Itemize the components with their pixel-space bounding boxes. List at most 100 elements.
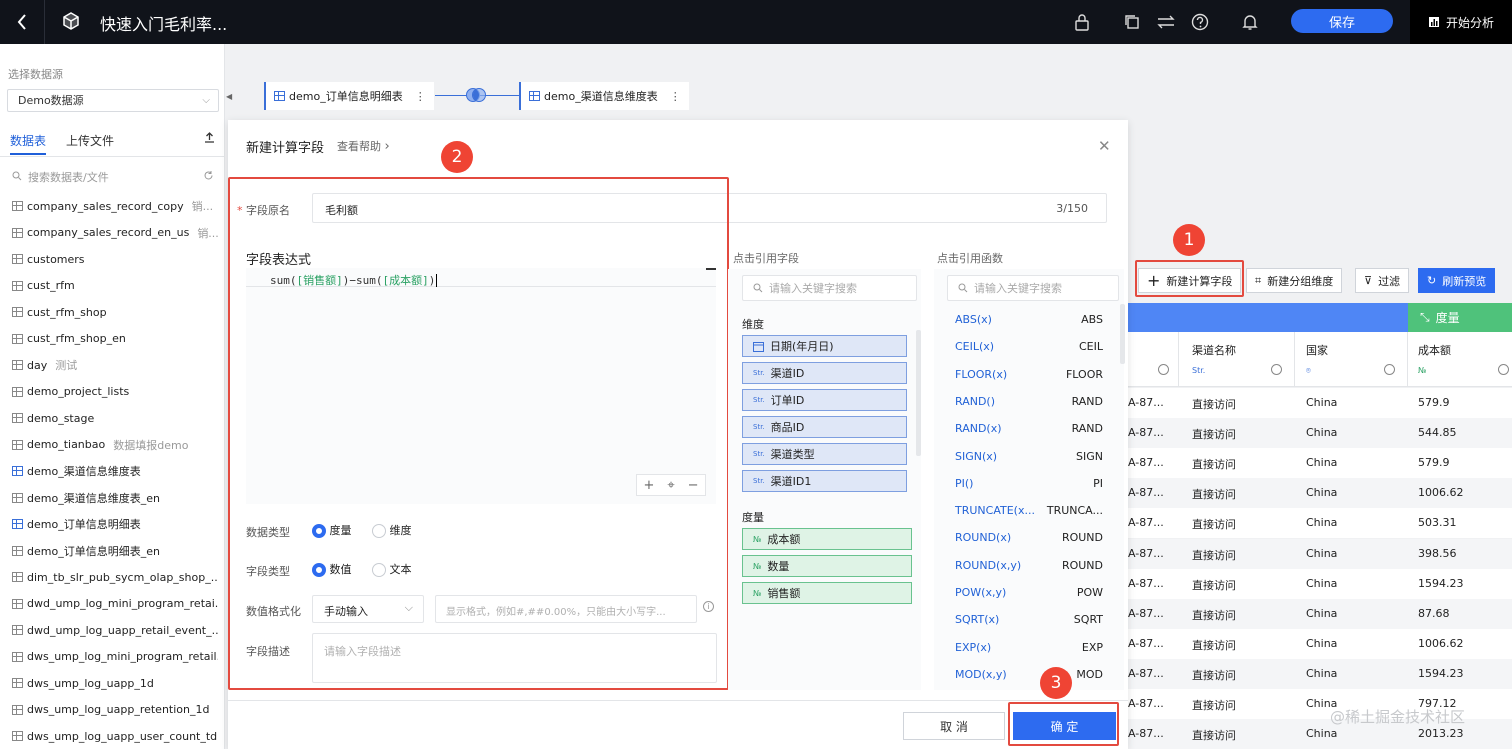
number-type-icon: № [753,588,762,598]
function-item[interactable]: ROUND(x,y) ROUND [955,559,1103,579]
function-item[interactable]: MOD(x,y) MOD [955,668,1103,688]
sidebar-table-item[interactable]: demo_渠道信息维度表 [12,461,218,481]
cell-channel: 直接访问 [1192,458,1236,472]
table-search-input[interactable]: 搜索数据表/文件 [8,166,218,184]
refresh-preview-button[interactable]: ↻ 刷新预览 [1418,268,1496,293]
table-row: A-87... 直接访问 China 1006.62 [1128,478,1512,509]
gear-icon[interactable] [1158,364,1169,375]
table-node-orders[interactable]: demo_订单信息明细表 ⋮ [264,82,434,110]
function-item[interactable]: SIGN(x) SIGN [955,450,1103,470]
sidebar-table-item[interactable]: dws_ump_log_mini_program_retail... [12,647,218,667]
function-item[interactable]: EXP(x) EXP [955,641,1103,661]
cell-channel: 直接访问 [1192,518,1236,532]
collapse-arrow-icon[interactable]: ◀ [226,92,234,104]
dimension-field[interactable]: Str. 商品ID [742,416,907,438]
sidebar-table-item[interactable]: demo_渠道信息维度表_en [12,488,218,508]
sidebar-table-item[interactable]: cust_rfm [12,276,218,296]
cancel-button[interactable]: 取 消 [903,712,1005,740]
sidebar-table-item[interactable]: cust_rfm_shop [12,302,218,322]
table-icon [12,280,23,291]
join-icon[interactable] [464,87,488,103]
function-item[interactable]: FLOOR(x) FLOOR [955,368,1103,388]
new-group-dim-button[interactable]: ⌗ 新建分组维度 [1246,268,1343,293]
dimension-field[interactable]: Str. 渠道ID1 [742,470,907,492]
refresh-icon[interactable] [203,170,214,181]
more-icon[interactable]: ⋮ [415,90,426,103]
start-analysis-button[interactable]: 开始分析 [1410,0,1512,44]
cell-channel: 直接访问 [1192,699,1236,712]
sidebar-table-item[interactable]: dws_ump_log_uapp_user_count_td [12,726,218,746]
sidebar-table-item[interactable]: demo_project_lists [12,382,218,402]
measure-field[interactable]: № 销售额 [742,582,912,604]
gear-icon[interactable] [1384,364,1395,375]
sidebar-table-item[interactable]: dws_ump_log_uapp_1d [12,673,218,693]
sidebar-table-item[interactable]: demo_stage [12,408,218,428]
cell-channel: 直接访问 [1192,729,1236,743]
funcs-search-input[interactable]: 请输入关键字搜索 [947,275,1119,301]
table-name: dim_tb_slr_pub_sycm_olap_shop_... [27,570,218,584]
datasource-select[interactable]: Demo数据源 ⌵ [7,89,219,112]
sidebar-table-item[interactable]: company_sales_record_en_us 销... [12,223,218,243]
sidebar-table-item[interactable]: dwd_ump_log_mini_program_retai... [12,594,218,614]
function-code: RAND [1071,422,1103,436]
tab-tables[interactable]: 数据表 [10,132,47,155]
sidebar-table-item[interactable]: customers [12,249,218,269]
function-item[interactable]: RAND() RAND [955,395,1103,415]
lock-icon[interactable] [1072,12,1092,32]
sidebar-table-item[interactable]: dws_ump_log_uapp_retention_1d [12,700,218,720]
save-button[interactable]: 保存 [1291,9,1393,33]
help-icon[interactable] [1190,12,1210,32]
sidebar-table-item[interactable]: demo_订单信息明细表_en [12,541,218,561]
function-item[interactable]: ABS(x) ABS [955,313,1103,333]
function-signature: CEIL(x) [955,340,995,354]
measure-field[interactable]: № 成本额 [742,528,912,550]
sidebar-table-item[interactable]: demo_订单信息明细表 [12,514,218,534]
table-row: A-87... 直接访问 China 1006.62 [1128,628,1512,659]
bell-icon[interactable] [1240,12,1260,32]
copy-icon[interactable] [1122,12,1142,32]
gear-icon[interactable] [1498,364,1509,375]
fields-search-input[interactable]: 请输入关键字搜索 [742,275,917,301]
switch-icon[interactable] [1156,12,1176,32]
funcs-scrollbar[interactable] [1120,304,1125,364]
funcs-search-placeholder: 请输入关键字搜索 [974,282,1062,295]
upload-icon[interactable] [204,132,215,146]
search-icon [753,283,763,293]
close-icon[interactable]: ✕ [1098,137,1111,155]
help-link[interactable]: 查看帮助 › [337,138,390,154]
function-item[interactable]: RAND(x) RAND [955,422,1103,442]
sidebar-table-item[interactable]: company_sales_record_copy 销... [12,196,218,216]
dimension-field[interactable]: Str. 渠道类型 [742,443,907,465]
function-item[interactable]: CEIL(x) CEIL [955,340,1103,360]
back-button[interactable] [0,0,45,44]
function-item[interactable]: SQRT(x) SQRT [955,613,1103,633]
table-icon [12,545,23,556]
function-item[interactable]: ROUND(x) ROUND [955,531,1103,551]
table-row: A-87... 直接访问 China 398.56 [1128,538,1512,569]
sidebar-table-item[interactable]: day 测试 [12,355,218,375]
dimension-field[interactable]: Str. 订单ID [742,389,907,411]
col-country-header: 国家 [1306,344,1328,357]
measure-field-name: 成本额 [767,533,801,546]
table-icon [12,625,23,635]
dimension-field[interactable]: 日期(年月日) [742,335,907,357]
function-item[interactable]: TRUNCATE(x... TRUNCA... [955,504,1103,524]
fields-scrollbar[interactable] [916,330,921,456]
tab-upload[interactable]: 上传文件 [66,132,114,149]
string-type-icon: Str. [753,396,765,404]
gear-icon[interactable] [1271,364,1282,375]
measure-field[interactable]: № 数量 [742,555,912,577]
sidebar-table-item[interactable]: cust_rfm_shop_en [12,329,218,349]
chevron-right-icon: › [384,139,390,154]
table-name: dws_ump_log_uapp_1d [27,676,154,690]
function-code: SIGN [1076,449,1103,463]
filter-button[interactable]: ⊽ 过滤 [1355,268,1410,293]
table-node-channels[interactable]: demo_渠道信息维度表 ⋮ [519,82,689,110]
sidebar-table-item[interactable]: dwd_ump_log_uapp_retail_event_... [12,620,218,640]
function-item[interactable]: PI() PI [955,477,1103,497]
sidebar-table-item[interactable]: dim_tb_slr_pub_sycm_olap_shop_... [12,567,218,587]
function-item[interactable]: POW(x,y) POW [955,586,1103,606]
more-icon[interactable]: ⋮ [670,90,681,103]
sidebar-table-item[interactable]: demo_tianbao 数据填报demo [12,435,218,455]
dimension-field[interactable]: Str. 渠道ID [742,362,907,384]
